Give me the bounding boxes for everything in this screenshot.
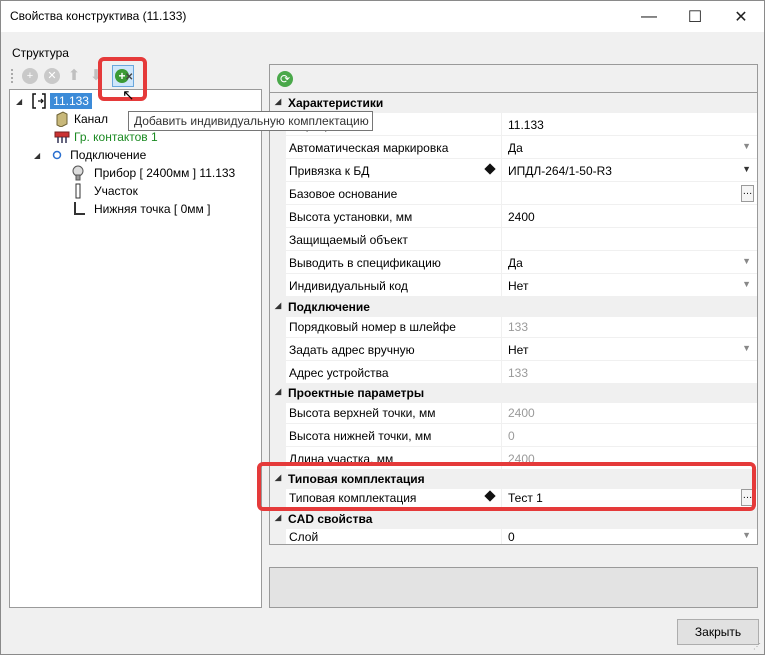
collapse-icon[interactable]: ◢	[275, 387, 281, 396]
collapse-icon[interactable]: ◢	[275, 97, 281, 106]
tree-node-section[interactable]: Участок	[72, 182, 138, 200]
tree-label-bottom-point: Нижняя точка [ 0мм ]	[94, 202, 211, 216]
dropdown-icon[interactable]: ▼	[742, 256, 751, 266]
dropdown-icon[interactable]: ▼	[742, 279, 751, 289]
prop-row-auto-marking[interactable]: Автоматическая маркировка Да ▼	[270, 136, 757, 159]
collapse-icon[interactable]: ◢	[16, 97, 22, 106]
resize-grip[interactable]: ⋰	[753, 642, 761, 651]
prop-row-manual-address[interactable]: Задать адрес вручную Нет ▼	[270, 338, 757, 361]
tree-label-device: Прибор [ 2400мм ] 11.133	[94, 166, 236, 180]
toolbar-grip	[11, 69, 13, 83]
prop-name: Индивидуальный код	[289, 279, 408, 293]
prop-name: Выводить в спецификацию	[289, 256, 441, 270]
add-icon[interactable]: +	[22, 68, 38, 84]
prop-value[interactable]: Нет	[508, 279, 528, 293]
collapse-icon[interactable]: ◢	[275, 301, 281, 310]
tree-label-section: Участок	[94, 184, 138, 198]
dropdown-icon[interactable]: ▼	[742, 530, 751, 540]
dropdown-icon[interactable]: ▼	[742, 343, 751, 353]
structure-tree[interactable]: ◢ 11.133 Канал Гр. контактов 1 ◢ Подключ…	[9, 89, 262, 608]
connection-icon	[52, 150, 62, 160]
prop-row-protected-object[interactable]: Защищаемый объект	[270, 228, 757, 251]
prop-value: 2400	[508, 406, 535, 420]
prop-name: Порядковый номер в шлейфе	[289, 320, 456, 334]
channel-icon	[56, 111, 68, 127]
collapse-icon[interactable]: ◢	[34, 151, 40, 160]
refresh-icon[interactable]: ⟳	[277, 71, 293, 87]
prop-name: Защищаемый объект	[289, 233, 408, 247]
tree-node-root[interactable]: ◢ 11.133	[16, 92, 92, 110]
tree-node-connection[interactable]: ◢ Подключение	[34, 146, 146, 164]
prop-row-top-height[interactable]: Высота верхней точки, мм 2400	[270, 401, 757, 424]
prop-name: Высота установки, мм	[289, 210, 413, 224]
tree-node-channel[interactable]: Канал	[54, 110, 108, 128]
prop-value[interactable]: Да	[508, 141, 523, 155]
prop-value[interactable]: 0	[508, 530, 515, 544]
prop-name: Адрес устройства	[289, 366, 389, 380]
tree-node-device[interactable]: Прибор [ 2400мм ] 11.133	[72, 164, 235, 182]
dropdown-icon[interactable]: ▼	[742, 164, 751, 174]
prop-row-in-spec[interactable]: Выводить в спецификацию Да ▼	[270, 251, 757, 274]
prop-row-loop-number[interactable]: Порядковый номер в шлейфе 133	[270, 315, 757, 338]
prop-value: 133	[508, 320, 529, 334]
construct-icon	[32, 93, 46, 109]
bottom-point-icon	[74, 202, 85, 215]
prop-name: Задать адрес вручную	[289, 343, 415, 357]
category-project-params[interactable]: ◢ Проектные параметры	[270, 383, 757, 403]
prop-name: Высота нижней точки, мм	[289, 429, 432, 443]
category-connection[interactable]: ◢ Подключение	[270, 297, 757, 317]
section-icon	[75, 183, 81, 199]
prop-value: 133	[508, 366, 529, 380]
prop-value[interactable]: Нет	[508, 343, 528, 357]
delete-icon[interactable]: ✕	[44, 68, 60, 84]
properties-toolbar: ⟳	[269, 64, 758, 92]
prop-value[interactable]: 2400	[508, 210, 535, 224]
prop-row-device-address[interactable]: Адрес устройства 133	[270, 361, 757, 384]
description-panel	[269, 567, 758, 608]
ellipsis-button[interactable]: …	[741, 185, 754, 202]
collapse-icon[interactable]: ◢	[275, 513, 281, 522]
tree-label-contact-group: Гр. контактов 1	[74, 130, 158, 144]
mouse-cursor-icon: ↖	[122, 87, 135, 104]
window-title: Свойства конструктива (11.133)	[10, 9, 187, 23]
minimize-button[interactable]: —	[626, 1, 672, 32]
close-button[interactable]: Закрыть	[677, 619, 759, 645]
prop-name: Слой	[289, 530, 319, 544]
dialog-window: Свойства конструктива (11.133) — ☐ ✕ Стр…	[0, 0, 765, 655]
prop-row-db-binding[interactable]: Привязка к БД ИПДЛ-264/1-50-R3 ▼	[270, 159, 757, 182]
prop-value: 0	[508, 429, 515, 443]
category-characteristics[interactable]: ◢ Характеристики	[270, 93, 757, 113]
move-up-icon[interactable]: ⬆	[66, 67, 82, 85]
prop-name: Высота верхней точки, мм	[289, 406, 436, 420]
title-bar: Свойства конструктива (11.133) — ☐ ✕	[1, 1, 764, 32]
dropdown-icon[interactable]: ▼	[742, 141, 751, 151]
tree-label-connection: Подключение	[70, 148, 147, 162]
prop-name: Привязка к БД	[289, 164, 370, 178]
highlight-box-typical-kit	[257, 462, 756, 511]
prop-value[interactable]: Да	[508, 256, 523, 270]
prop-row-install-height[interactable]: Высота установки, мм 2400	[270, 205, 757, 228]
close-window-button[interactable]: ✕	[718, 1, 764, 32]
prop-value[interactable]: 11.133	[508, 118, 544, 132]
prop-row-base[interactable]: Базовое основание …	[270, 182, 757, 205]
prop-value[interactable]: ИПДЛ-264/1-50-R3	[508, 164, 612, 178]
maximize-button[interactable]: ☐	[672, 1, 718, 32]
tree-node-bottom-point[interactable]: Нижняя точка [ 0мм ]	[72, 200, 210, 218]
tree-label-channel: Канал	[74, 112, 108, 126]
device-icon	[72, 165, 84, 181]
prop-row-individual-code[interactable]: Индивидуальный код Нет ▼	[270, 274, 757, 297]
tooltip: Добавить индивидуальную комплектацию	[128, 111, 373, 131]
prop-name: Базовое основание	[289, 187, 398, 201]
prop-row-layer[interactable]: Слой 0 ▼	[270, 525, 757, 544]
tree-label-root: 11.133	[50, 93, 92, 109]
prop-name: Автоматическая маркировка	[289, 141, 449, 155]
structure-label: Структура	[12, 46, 69, 60]
contact-group-icon	[54, 131, 70, 143]
prop-row-bottom-height[interactable]: Высота нижней точки, мм 0	[270, 424, 757, 447]
